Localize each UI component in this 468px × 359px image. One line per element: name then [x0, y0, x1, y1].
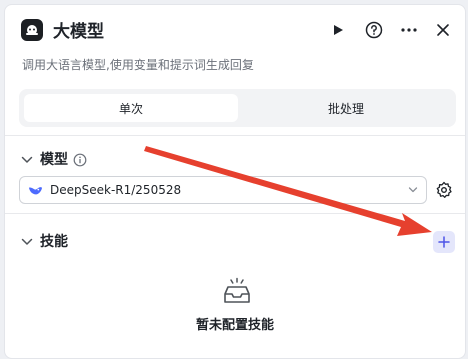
selected-model-label: DeepSeek-R1/250528 — [50, 183, 182, 197]
empty-tray-icon — [224, 277, 250, 303]
empty-skills-text: 暂未配置技能 — [195, 318, 274, 333]
robot-icon — [21, 19, 43, 41]
tab-batch[interactable]: 批处理 — [241, 94, 451, 122]
model-section-title: 模型 — [40, 152, 68, 168]
add-skill-button[interactable] — [433, 231, 455, 253]
page-title: 大模型 — [53, 22, 104, 42]
chevron-down-icon — [21, 238, 33, 245]
close-button[interactable] — [432, 19, 454, 41]
plus-icon — [438, 236, 450, 248]
model-select[interactable]: DeepSeek-R1/250528 — [19, 176, 427, 204]
panel-header: 大模型 — [5, 5, 465, 51]
node-description: 调用大语言模型,使用变量和提示词生成回复 — [22, 58, 254, 72]
llm-node-panel: 大模型 调用大语言模型,使用变量和提示词生成回复 单次 批处理 模型 DeepS… — [4, 4, 466, 359]
gear-icon[interactable] — [435, 181, 453, 199]
more-icon — [401, 28, 417, 32]
tab-single[interactable]: 单次 — [24, 94, 238, 122]
divider — [5, 213, 465, 214]
play-icon — [334, 25, 343, 35]
model-collapse-toggle[interactable] — [21, 154, 33, 166]
divider — [5, 135, 465, 136]
help-icon — [365, 21, 383, 39]
close-icon — [437, 24, 449, 36]
chevron-down-icon — [21, 156, 33, 163]
skills-collapse-toggle[interactable] — [21, 236, 33, 248]
mode-tabs: 单次 批处理 — [19, 89, 456, 127]
more-button[interactable] — [398, 19, 420, 41]
run-button[interactable] — [327, 19, 349, 41]
deepseek-logo-icon — [28, 187, 43, 195]
skills-section-title: 技能 — [40, 234, 68, 250]
info-icon[interactable] — [73, 153, 87, 167]
chevron-down-icon — [408, 187, 418, 193]
help-button[interactable] — [363, 19, 385, 41]
